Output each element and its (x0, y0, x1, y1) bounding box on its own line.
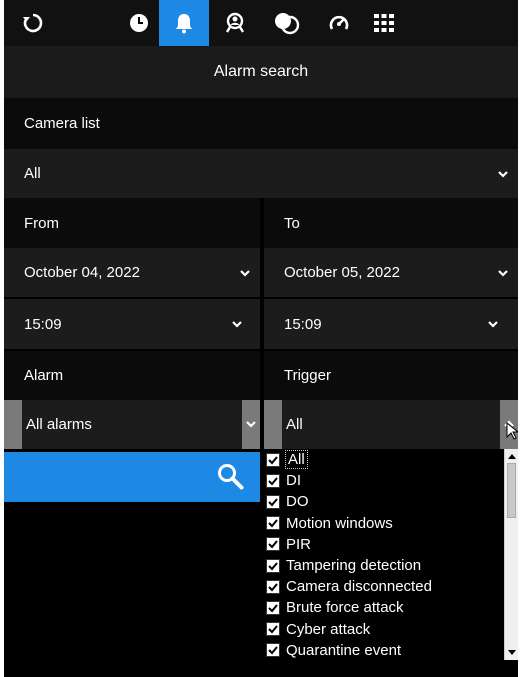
to-label: To (264, 198, 518, 248)
person-search-icon[interactable] (211, 0, 261, 46)
checkbox-icon[interactable] (266, 643, 280, 658)
alarm-search-panel: Alarm search Camera list All From To Oct… (4, 0, 518, 677)
trigger-option-label: DI (286, 472, 301, 490)
gauge-icon[interactable] (314, 0, 364, 46)
alarm-select-button[interactable] (242, 400, 260, 449)
trigger-select-edge (264, 400, 282, 449)
from-time-select[interactable]: 15:09 (4, 299, 260, 349)
trigger-option[interactable]: Tampering detection (262, 555, 504, 576)
trigger-option[interactable]: DO (262, 491, 504, 512)
trigger-option[interactable]: Camera disconnected (262, 576, 504, 597)
to-date-select[interactable]: October 05, 2022 (264, 248, 518, 297)
trigger-option[interactable]: Cyber attack (262, 619, 504, 640)
trigger-option-label: Camera disconnected (286, 578, 432, 596)
to-time-select[interactable]: 15:09 (264, 299, 518, 349)
trigger-option-label: PIR (286, 535, 312, 553)
trigger-option[interactable]: Brute force attack (262, 597, 504, 618)
back-icon[interactable] (8, 0, 58, 46)
alarm-select[interactable]: All alarms (22, 400, 242, 449)
chevron-down-icon (246, 421, 256, 428)
trigger-select-button[interactable] (500, 400, 518, 449)
from-time-value: 15:09 (24, 315, 62, 333)
trigger-option[interactable]: Motion windows (262, 513, 504, 534)
checkbox-icon[interactable] (266, 537, 280, 552)
alarm-select-edge (4, 400, 22, 449)
chevron-down-icon (488, 321, 498, 328)
search-button[interactable] (4, 452, 260, 502)
checkbox-icon[interactable] (266, 452, 280, 467)
trigger-option-label: Motion windows (286, 514, 393, 532)
trigger-select[interactable]: All (282, 400, 500, 449)
alarm-select-value: All alarms (26, 416, 92, 433)
trigger-option[interactable]: DI (262, 470, 504, 491)
trigger-option-label: All (285, 450, 308, 470)
mouse-cursor-icon (506, 422, 518, 440)
chevron-down-icon (498, 170, 508, 178)
alarm-label: Alarm (4, 351, 260, 400)
page-title: Alarm search (4, 46, 518, 98)
camera-list-value: All (24, 165, 41, 182)
from-date-value: October 04, 2022 (24, 264, 140, 281)
scroll-down-arrow-icon[interactable] (505, 646, 518, 660)
trigger-select-value: All (286, 416, 303, 433)
trigger-label: Trigger (264, 351, 518, 400)
chevron-down-icon (498, 269, 508, 277)
checkbox-icon[interactable] (266, 579, 280, 594)
scrollbar-thumb[interactable] (507, 463, 516, 518)
top-nav-bar (4, 0, 518, 46)
to-date-value: October 05, 2022 (284, 264, 400, 281)
checkbox-icon[interactable] (266, 558, 280, 573)
trigger-option-label: Tampering detection (286, 557, 422, 575)
chevron-down-icon (240, 269, 250, 277)
search-icon (218, 464, 244, 490)
checkbox-icon[interactable] (266, 600, 280, 615)
trigger-option[interactable]: All (262, 449, 504, 470)
grid-icon[interactable] (359, 0, 409, 46)
checkbox-icon[interactable] (266, 622, 280, 637)
trigger-option-label: DO (286, 493, 309, 511)
scroll-up-arrow-icon[interactable] (505, 449, 518, 463)
from-date-select[interactable]: October 04, 2022 (4, 248, 260, 297)
checkbox-icon[interactable] (266, 494, 280, 509)
clock-icon[interactable] (114, 0, 164, 46)
trigger-option-label: Quarantine event (286, 641, 402, 659)
trigger-options-list[interactable]: All DI DO Motion windows PIR Tampering detect… (262, 449, 504, 660)
chevron-down-icon (232, 321, 242, 328)
to-time-value: 15:09 (284, 315, 322, 333)
trigger-option[interactable]: Quarantine event (262, 640, 504, 661)
trigger-option-label: Cyber attack (286, 620, 371, 638)
from-label: From (4, 198, 260, 248)
trigger-option-label: Brute force attack (286, 599, 404, 617)
trigger-list-scrollbar[interactable] (504, 449, 518, 660)
trigger-option[interactable]: PIR (262, 534, 504, 555)
camera-list-label: Camera list (4, 98, 518, 149)
bell-icon[interactable] (159, 0, 209, 46)
checkbox-icon[interactable] (266, 473, 280, 488)
overlap-circles-icon[interactable] (262, 0, 312, 46)
checkbox-icon[interactable] (266, 516, 280, 531)
camera-list-select[interactable]: All (4, 149, 518, 198)
